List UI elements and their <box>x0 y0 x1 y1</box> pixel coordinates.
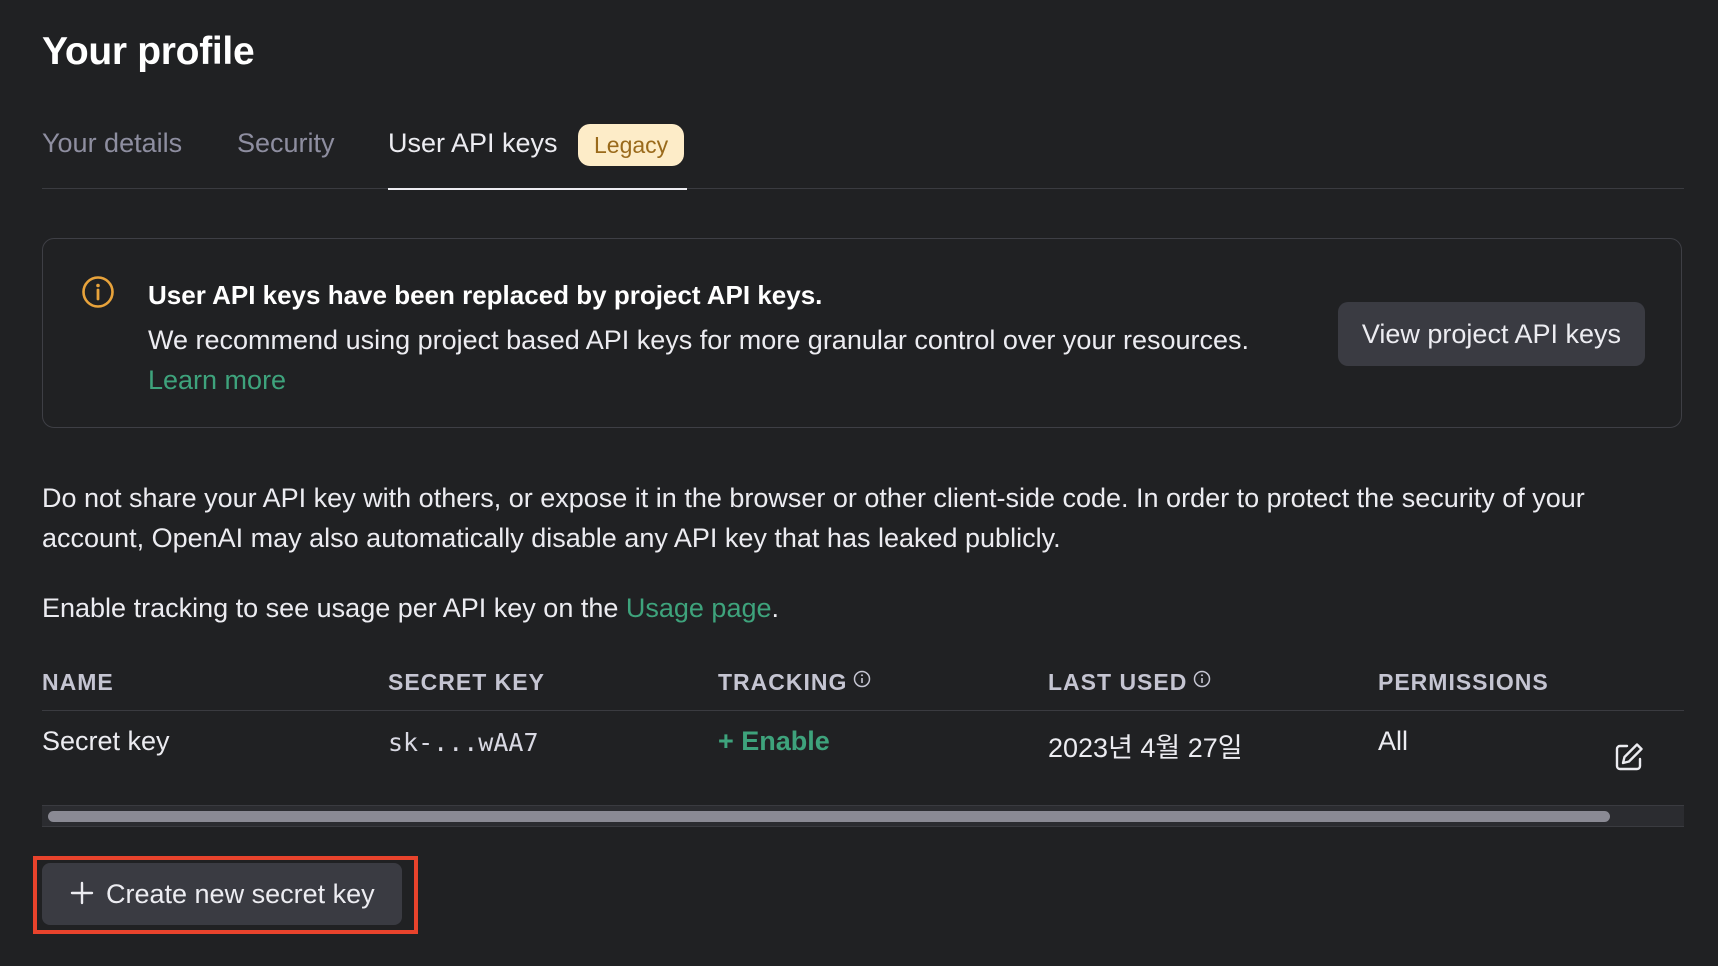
info-icon[interactable] <box>1193 670 1211 688</box>
create-button-label: Create new secret key <box>106 879 375 909</box>
column-header-secret-key: SECRET KEY <box>388 669 545 696</box>
column-header-label: LAST USED <box>1048 669 1188 695</box>
tab-bar: Your details Security User API keys Lega… <box>42 122 1684 190</box>
column-header-tracking: TRACKING <box>718 669 871 696</box>
column-header-label: TRACKING <box>718 669 848 695</box>
plus-icon <box>70 881 94 905</box>
create-new-secret-key-button[interactable]: Create new secret key <box>42 863 402 925</box>
api-key-warning: Do not share your API key with others, o… <box>42 483 1585 553</box>
column-header-label: PERMISSIONS <box>1378 669 1549 695</box>
tab-your-details[interactable]: Your details <box>42 128 182 159</box>
info-circle-icon <box>82 276 114 308</box>
last-used-date: 2023년 4월 27일 <box>1048 733 1243 763</box>
tab-security[interactable]: Security <box>237 128 335 159</box>
tracking-hint-suffix: . <box>771 593 780 623</box>
tracking-hint-prefix: Enable tracking to see usage per API key… <box>42 593 626 623</box>
learn-more-link[interactable]: Learn more <box>148 365 286 396</box>
column-header-name: NAME <box>42 669 114 696</box>
active-tab-indicator <box>388 187 687 190</box>
permissions-value: All <box>1378 726 1409 756</box>
notice-title: User API keys have been replaced by proj… <box>148 280 823 310</box>
deprecation-notice: User API keys have been replaced by proj… <box>42 238 1682 428</box>
key-name: Secret key <box>42 726 170 756</box>
horizontal-scrollbar[interactable] <box>42 805 1684 827</box>
legacy-badge: Legacy <box>578 124 685 166</box>
column-header-label: SECRET KEY <box>388 669 545 695</box>
notice-body: We recommend using project based API key… <box>148 325 1250 355</box>
column-header-permissions: PERMISSIONS <box>1378 669 1549 696</box>
column-header-last-used: LAST USED <box>1048 669 1211 696</box>
secret-key-value: sk-...wAA7 <box>388 728 539 757</box>
view-project-api-keys-button[interactable]: View project API keys <box>1337 302 1645 366</box>
table-header: NAME SECRET KEY TRACKING LAST USED PERMI… <box>42 655 1684 711</box>
usage-page-link[interactable]: Usage page <box>626 593 772 623</box>
scrollbar-thumb[interactable] <box>48 811 1610 822</box>
tracking-hint: Enable tracking to see usage per API key… <box>42 588 779 628</box>
column-header-label: NAME <box>42 669 114 695</box>
edit-icon[interactable] <box>1612 740 1646 774</box>
table-row: Secret key sk-...wAA7 + Enable 2023년 4월 … <box>42 712 1684 804</box>
info-icon[interactable] <box>853 670 871 688</box>
tab-user-api-keys[interactable]: User API keys <box>388 128 558 159</box>
enable-tracking-link[interactable]: + Enable <box>718 726 830 757</box>
page-title: Your profile <box>42 30 255 73</box>
